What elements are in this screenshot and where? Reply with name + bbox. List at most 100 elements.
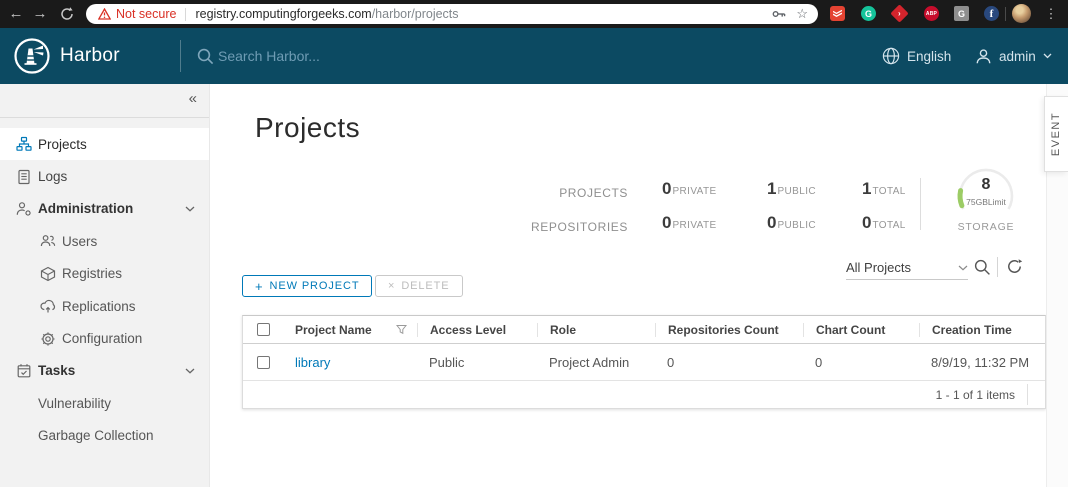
language-label: English [907, 48, 952, 64]
sidebar-item-tasks[interactable]: Tasks [0, 355, 209, 387]
projects-stat-caption: PROJECTS [559, 186, 628, 200]
browser-toolbar: ← → Not secure registry.computingforgeek… [0, 0, 1068, 28]
sidebar-item-registries[interactable]: Registries [0, 258, 209, 290]
sidebar-item-projects[interactable]: Projects [0, 128, 209, 161]
page-title: Projects [255, 112, 361, 143]
sidebar-item-garbage-collection[interactable]: Garbage Collection [0, 420, 209, 452]
extension-grammarly-icon[interactable]: G [861, 6, 876, 21]
language-menu[interactable]: English [882, 28, 951, 84]
url-host[interactable]: registry.computingforgeeks.com [195, 7, 371, 21]
repositories-stat-caption: REPOSITORIES [530, 220, 628, 234]
row-checkbox[interactable] [256, 355, 270, 369]
stat-value: 0 [862, 213, 872, 232]
browser-menu-icon[interactable]: ⋮ [1044, 0, 1058, 28]
extension-g-icon[interactable]: G [954, 6, 969, 21]
projects-total-stat: 1 TOTAL [862, 179, 906, 199]
registries-cube-icon [40, 266, 56, 281]
projects-private-stat: 0 PRIVATE [662, 179, 717, 199]
reload-icon [61, 7, 73, 20]
cell-repositories-count: 0 [667, 354, 675, 370]
repositories-total-stat: 0 TOTAL [862, 213, 906, 233]
sidebar-item-label: Logs [38, 169, 68, 185]
sidebar-collapse-icon[interactable]: « [189, 90, 197, 107]
sidebar-item-vulnerability[interactable]: Vulnerability [0, 387, 209, 419]
harbor-projects-screen: ← → Not secure registry.computingforgeek… [0, 0, 1068, 487]
projects-public-stat: 1 PUBLIC [767, 179, 816, 199]
header-divider [180, 40, 181, 72]
event-tab[interactable]: EVENT [1044, 96, 1068, 172]
bookmark-star-icon[interactable]: ☆ [796, 6, 808, 22]
logs-icon [18, 169, 30, 184]
stat-label: PUBLIC [777, 220, 816, 231]
projects-orgchart-icon [16, 137, 32, 151]
address-bar[interactable]: Not secure registry.computingforgeeks.co… [86, 4, 818, 24]
tasks-calendar-icon [17, 364, 31, 378]
column-project-name: Project Name [295, 322, 372, 337]
sidebar-item-label: Registries [62, 266, 123, 282]
filter-selected-value: All Projects [846, 260, 912, 275]
not-secure-label[interactable]: Not secure [116, 7, 176, 21]
project-filter-select[interactable]: All Projects [846, 256, 968, 280]
sidebar-item-replications[interactable]: Replications [0, 290, 209, 322]
users-icon [40, 235, 56, 247]
stat-value: 1 [767, 179, 777, 198]
search-icon [197, 48, 214, 65]
column-repositories-count: Repositories Count [655, 322, 803, 337]
pagination-text: 1 - 1 of 1 items [935, 387, 1015, 402]
adguard-glyph: › [898, 8, 901, 18]
sidebar-item-label: Garbage Collection [38, 428, 154, 444]
stats-divider [920, 178, 921, 230]
global-search-input[interactable] [218, 42, 638, 70]
repositories-public-stat: 0 PUBLIC [767, 213, 816, 233]
browser-back-icon[interactable]: ← [6, 0, 26, 28]
brand-title: Harbor [60, 45, 120, 66]
cell-access-level: Public [429, 354, 465, 370]
sidebar-item-logs[interactable]: Logs [0, 160, 209, 192]
close-icon: × [388, 280, 396, 292]
table-header-row: Project Name Access Level Role Repositor… [243, 316, 1045, 344]
browser-forward-icon[interactable]: → [30, 0, 50, 28]
storage-limit-label: 75GBLimit [966, 197, 1006, 207]
todoist-check-icon [833, 9, 842, 17]
chevron-down-icon [185, 368, 195, 374]
sidebar-item-label: Administration [38, 201, 134, 217]
column-role: Role [537, 322, 655, 337]
delete-button[interactable]: × DELETE [375, 275, 463, 297]
table-pagination: 1 - 1 of 1 items [243, 381, 1045, 408]
app-header: Harbor English admin [0, 28, 1068, 84]
refresh-icon[interactable] [1006, 258, 1023, 275]
sidebar-item-label: Tasks [38, 363, 76, 379]
sidebar-item-administration[interactable]: Administration [0, 193, 209, 225]
toolbar-divider [997, 257, 998, 277]
extension-adguard-icon[interactable]: › [890, 4, 909, 23]
browser-reload-icon[interactable] [57, 0, 77, 28]
stat-label: PUBLIC [777, 186, 816, 197]
extension-adblock-icon[interactable]: ABP [924, 6, 939, 21]
sidebar-item-label: Replications [62, 298, 136, 314]
new-project-button[interactable]: + NEW PROJECT [242, 275, 373, 297]
not-secure-warning-icon [98, 8, 111, 20]
projects-table: Project Name Access Level Role Repositor… [242, 315, 1046, 409]
delete-label: DELETE [401, 280, 450, 292]
replications-cloud-icon [40, 300, 56, 313]
sidebar: « Projects Logs Administration Users Reg… [0, 84, 210, 487]
select-all-checkbox[interactable] [256, 323, 270, 336]
url-path[interactable]: /harbor/projects [372, 7, 459, 21]
project-link[interactable]: library [295, 355, 330, 370]
filter-funnel-icon[interactable] [396, 324, 407, 335]
user-menu[interactable]: admin [975, 28, 1052, 84]
column-creation-time: Creation Time [919, 322, 1045, 337]
column-chart-count: Chart Count [803, 322, 919, 337]
search-projects-icon[interactable] [974, 259, 991, 276]
extension-facebook-icon[interactable]: f [984, 6, 999, 21]
extension-todoist-icon[interactable] [830, 6, 845, 21]
password-key-icon[interactable] [772, 8, 786, 20]
configuration-gear-icon [41, 331, 55, 346]
main-content: Projects PROJECTS REPOSITORIES 0 PRIVATE… [210, 84, 1068, 487]
browser-profile-avatar[interactable] [1012, 4, 1031, 23]
sidebar-item-configuration[interactable]: Configuration [0, 322, 209, 354]
address-divider [185, 7, 187, 21]
stat-label: TOTAL [872, 186, 906, 197]
storage-used-value: 8 [981, 176, 991, 193]
sidebar-item-users[interactable]: Users [0, 225, 209, 257]
